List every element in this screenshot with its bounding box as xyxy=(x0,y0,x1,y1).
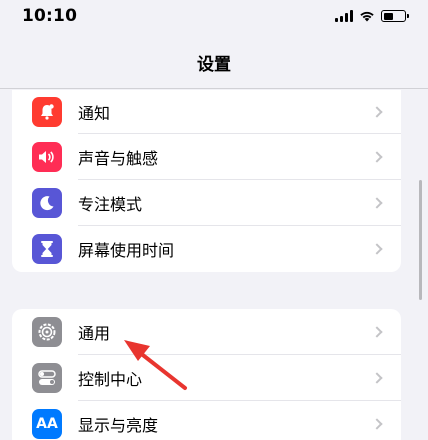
annotation-arrow-icon xyxy=(124,340,187,390)
